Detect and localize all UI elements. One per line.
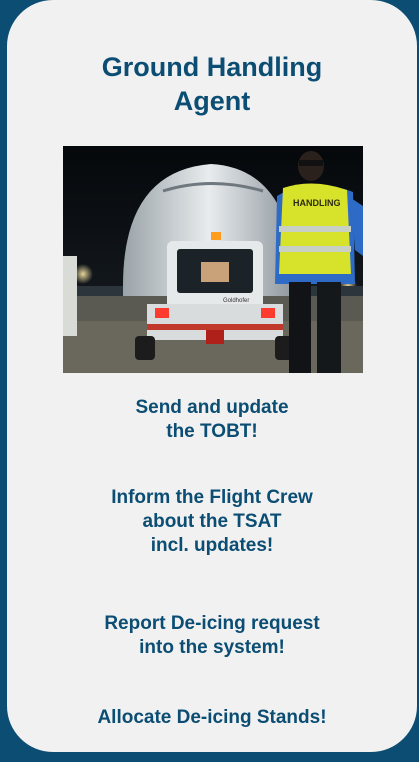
role-card: Ground Handling Agent Goldhofer HANDLING… (7, 0, 417, 752)
task-3-line-2: into the system! (139, 637, 285, 658)
task-1-line-2: the TOBT! (166, 421, 258, 442)
task-2-line-1: Inform the Flight Crew (111, 487, 313, 508)
task-3-line-1: Report De-icing request (104, 613, 320, 634)
task-report-deicing-request: Report De-icing request into the system! (7, 612, 417, 660)
task-inform-flight-crew: Inform the Flight Crew about the TSAT in… (7, 486, 417, 558)
title-line-1: Ground Handling (101, 52, 323, 82)
truck-brand-label: Goldhofer (223, 298, 249, 304)
title-line-2: Agent (173, 86, 251, 116)
task-1-line-1: Send and update (135, 397, 289, 418)
task-4-line-1: Allocate De-icing Stands! (97, 707, 327, 728)
task-2-line-3: incl. updates! (150, 535, 274, 556)
task-send-update-tobt: Send and update the TOBT! (7, 396, 417, 444)
photo-illustration: Goldhofer HANDLING (63, 146, 363, 373)
ground-handling-photo: Goldhofer HANDLING (63, 146, 363, 373)
task-2-line-2: about the TSAT (142, 511, 282, 532)
vest-label: HANDLING (293, 198, 341, 208)
card-title: Ground Handling Agent (7, 50, 417, 118)
task-allocate-deicing-stands: Allocate De-icing Stands! (7, 706, 417, 730)
